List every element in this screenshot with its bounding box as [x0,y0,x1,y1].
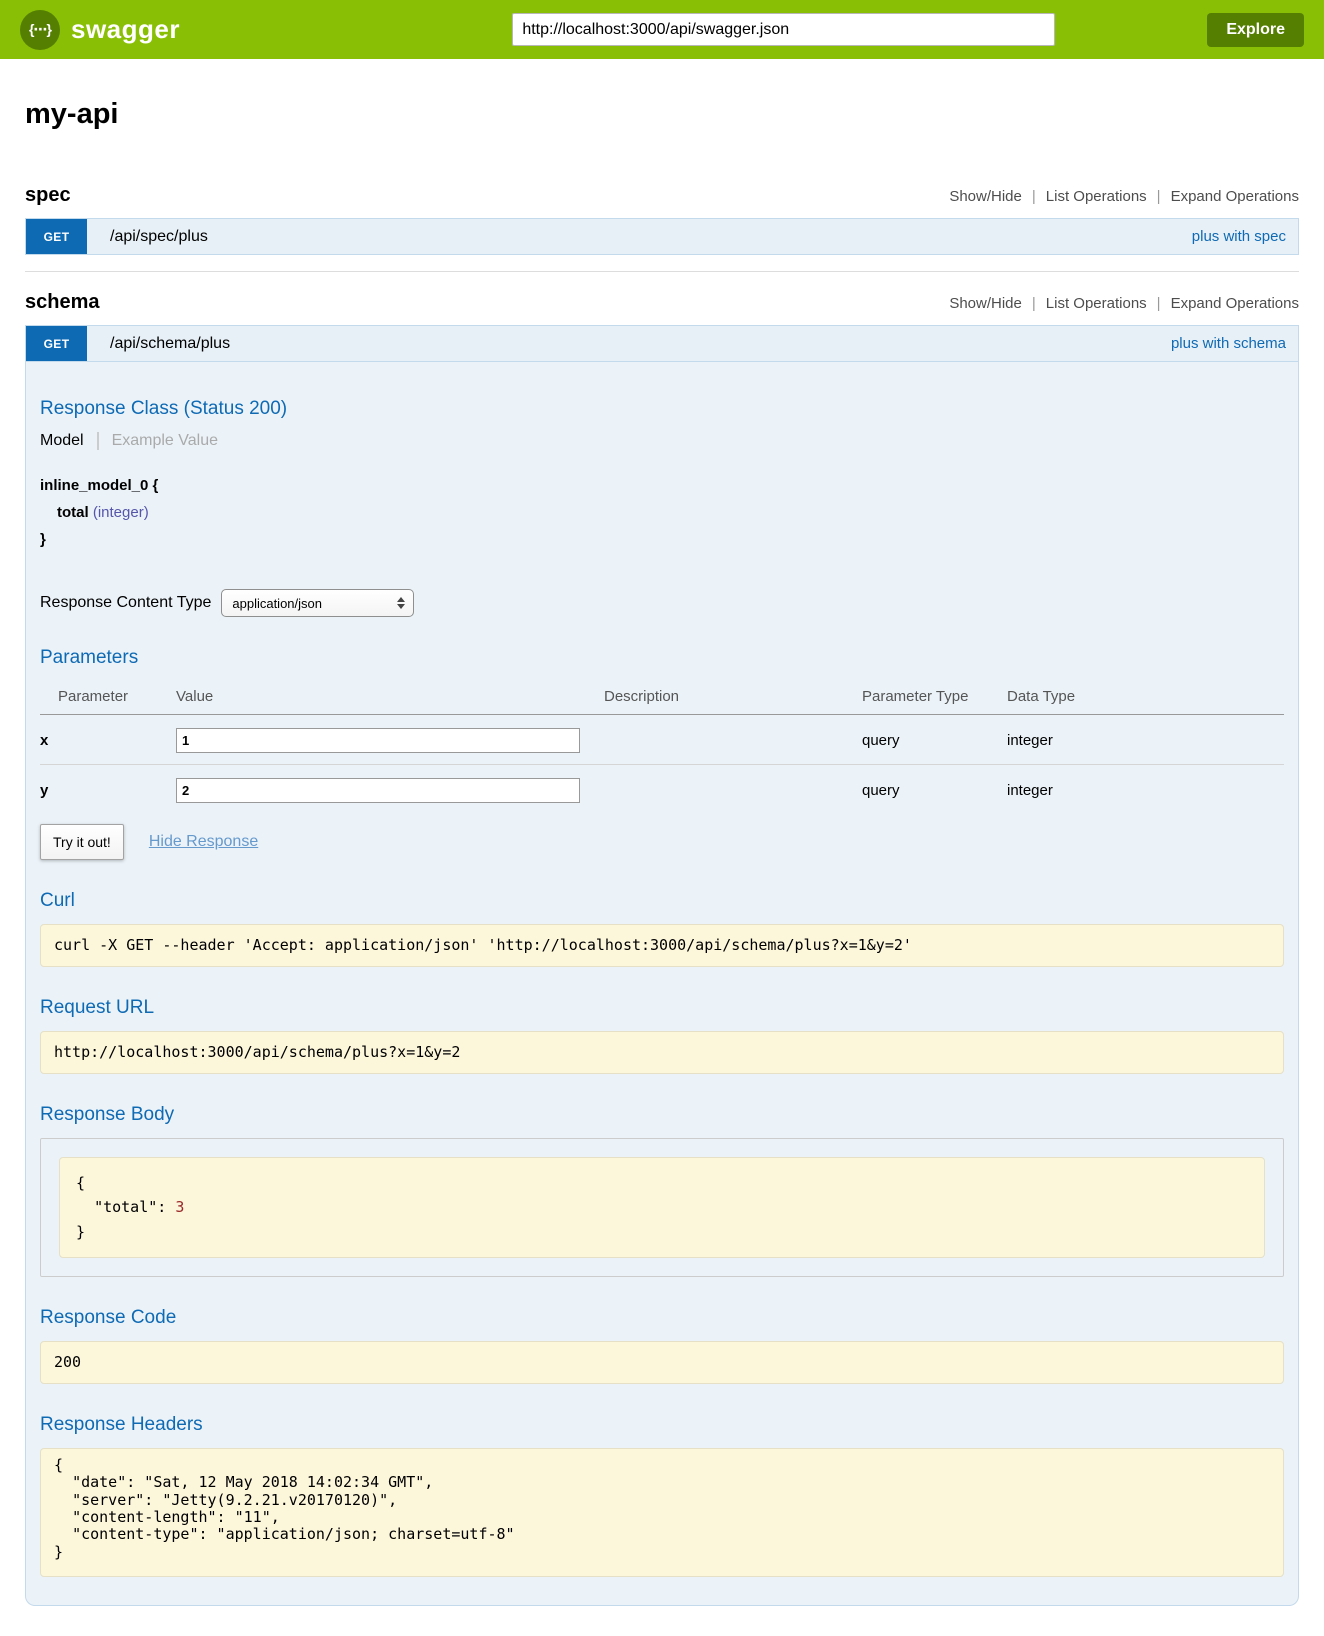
response-content-type-select[interactable]: application/json [221,589,414,617]
param-type: query [862,765,1007,815]
resource-spec-controls: Show/Hide List Operations Expand Operation… [949,188,1299,205]
show-hide-link[interactable]: Show/Hide [949,188,1022,205]
tab-model[interactable]: Model [40,432,99,450]
resource-divider [25,271,1299,272]
response-body-title: Response Body [40,1104,1284,1126]
operation-summary-link[interactable]: plus with schema [1171,326,1298,361]
model-property-name: total [57,504,89,521]
operation-row-spec-plus[interactable]: GET /api/spec/plus plus with spec [25,218,1299,255]
response-class-title: Response Class (Status 200) [40,398,1284,420]
param-x-value-input[interactable] [176,728,580,753]
response-code-title: Response Code [40,1307,1284,1329]
response-headers-title: Response Headers [40,1414,1284,1436]
json-number-value: 3 [175,1198,184,1216]
operation-row-schema-plus[interactable]: GET /api/schema/plus plus with schema [25,325,1299,362]
parameter-row-y: y query integer [40,765,1284,815]
response-code-block: 200 [40,1341,1284,1384]
col-description: Description [604,681,862,715]
operation-summary-link[interactable]: plus with spec [1192,219,1298,254]
col-parameter: Parameter [40,681,176,715]
request-url-block: http://localhost:3000/api/schema/plus?x=… [40,1031,1284,1074]
selected-content-type: application/json [232,596,322,611]
page-title: my-api [25,98,1299,131]
explore-button[interactable]: Explore [1207,13,1304,47]
try-it-out-row: Try it out! Hide Response [40,824,1284,860]
response-content-type-row: Response Content Type application/json [40,589,1284,617]
swagger-logo-icon: {⋯} [20,10,60,50]
model-open-line: inline_model_0 { [40,472,1284,499]
brand-text: swagger [71,14,180,45]
resource-schema-controls: Show/Hide List Operations Expand Operation… [949,295,1299,312]
tab-example-value[interactable]: Example Value [99,432,218,450]
resource-spec: spec Show/Hide List Operations Expand Oper… [25,184,1299,255]
response-body-json: { "total": 3 } [59,1157,1265,1258]
col-value: Value [176,681,604,715]
model-tabs: Model Example Value [40,432,1284,450]
param-data-type: integer [1007,715,1284,765]
links-separator [1032,188,1036,205]
curl-title: Curl [40,890,1284,912]
parameters-header-row: Parameter Value Description Parameter Ty… [40,681,1284,715]
model-property-line: total (integer) [40,499,1284,526]
model-property-type: (integer) [93,504,149,521]
col-data-type: Data Type [1007,681,1284,715]
col-parameter-type: Parameter Type [862,681,1007,715]
links-separator [1032,295,1036,312]
param-data-type: integer [1007,765,1284,815]
operation-detail-panel: Response Class (Status 200) Model Exampl… [25,362,1299,1606]
list-operations-link[interactable]: List Operations [1046,295,1147,312]
param-name: x [40,715,176,765]
logo-glyph: {⋯} [29,21,51,38]
links-separator [1157,295,1161,312]
swagger-brand-link[interactable]: {⋯} swagger [20,10,180,50]
show-hide-link[interactable]: Show/Hide [949,295,1022,312]
api-url-input[interactable] [512,13,1055,46]
param-name: y [40,765,176,815]
expand-operations-link[interactable]: Expand Operations [1171,295,1299,312]
parameter-row-x: x query integer [40,715,1284,765]
get-method-badge[interactable]: GET [26,219,87,254]
resource-schema: schema Show/Hide List Operations Expand Op… [25,291,1299,1606]
expand-operations-link[interactable]: Expand Operations [1171,188,1299,205]
resource-title-spec: spec [25,184,71,207]
resource-spec-header: spec Show/Hide List Operations Expand Oper… [25,184,1299,207]
param-description [604,765,862,815]
parameters-table: Parameter Value Description Parameter Ty… [40,681,1284,814]
parameters-title: Parameters [40,647,1284,669]
param-description [604,715,862,765]
links-separator [1157,188,1161,205]
list-operations-link[interactable]: List Operations [1046,188,1147,205]
get-method-badge[interactable]: GET [26,326,87,361]
model-close-line: } [40,526,1284,553]
response-headers-block: { "date": "Sat, 12 May 2018 14:02:34 GMT… [40,1448,1284,1577]
curl-command-block: curl -X GET --header 'Accept: applicatio… [40,924,1284,967]
operation-path-link[interactable]: /api/spec/plus [87,219,208,254]
resource-schema-header: schema Show/Hide List Operations Expand Op… [25,291,1299,314]
response-body-container: { "total": 3 } [40,1138,1284,1277]
response-content-type-label: Response Content Type [40,594,211,612]
request-url-title: Request URL [40,997,1284,1019]
top-bar: {⋯} swagger Explore [0,0,1324,59]
model-signature: inline_model_0 { total (integer) } [40,472,1284,553]
resource-title-schema: schema [25,291,100,314]
main-content: my-api spec Show/Hide List Operations Expa… [0,98,1324,1606]
param-type: query [862,715,1007,765]
hide-response-link[interactable]: Hide Response [149,833,258,851]
param-y-value-input[interactable] [176,778,580,803]
select-arrows-icon [397,597,405,609]
try-it-out-button[interactable]: Try it out! [40,824,124,860]
operation-path-link[interactable]: /api/schema/plus [87,326,230,361]
